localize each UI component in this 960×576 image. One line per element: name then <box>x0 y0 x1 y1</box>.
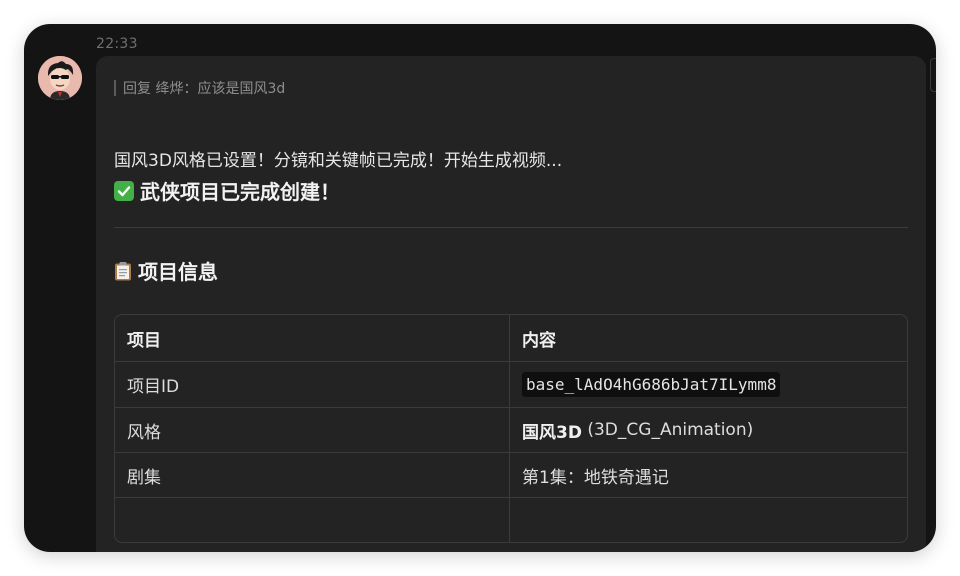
reply-bar <box>114 80 116 96</box>
table-cell-value: 国风3D (3D_CG_Animation) <box>510 408 907 452</box>
completion-text: 武侠项目已完成创建！ <box>140 180 340 204</box>
table-row: 项目ID base_lAdO4hG686bJat7ILymm8 <box>115 362 907 408</box>
reply-quote-text: 回复 绛烨：应该是国风3d <box>123 81 286 97</box>
project-id-code: base_lAdO4hG686bJat7ILymm8 <box>522 372 781 397</box>
table-header-row: 项目 内容 <box>115 315 907 362</box>
table-cell-value: base_lAdO4hG686bJat7ILymm8 <box>510 362 907 407</box>
table-cell-label: 项目ID <box>115 362 510 407</box>
divider <box>114 227 908 228</box>
check-mark-button-icon <box>114 180 134 201</box>
table-cell-value <box>510 498 907 542</box>
table-header-cell: 项目 <box>115 315 510 361</box>
info-table: 项目 内容 项目ID base_lAdO4hG686bJat7ILymm8 风格… <box>114 314 908 543</box>
table-cell-value: 第1集：地铁奇遇记 <box>522 467 669 488</box>
scroll-handle[interactable] <box>930 58 936 92</box>
table-cell-label <box>115 498 510 542</box>
table-row <box>115 498 907 542</box>
info-heading-text: 项目信息 <box>138 260 218 284</box>
table-cell-label: 风格 <box>115 408 510 452</box>
info-heading: 项目信息 <box>114 256 218 285</box>
avatar[interactable] <box>38 56 82 100</box>
reply-quote[interactable]: 回复 绛烨：应该是国风3d <box>114 78 285 98</box>
message-timestamp: 22:33 <box>96 36 138 52</box>
status-text: 国风3D风格已设置！分镜和关键帧已完成！开始生成视频... <box>114 151 563 171</box>
table-row: 剧集 第1集：地铁奇遇记 <box>115 453 907 498</box>
table-row: 风格 国风3D (3D_CG_Animation) <box>115 408 907 453</box>
table-cell-label: 剧集 <box>115 453 510 497</box>
style-name: 国风3D <box>522 422 582 443</box>
message-bubble: 回复 绛烨：应该是国风3d 国风3D风格已设置！分镜和关键帧已完成！开始生成视频… <box>96 56 926 552</box>
chat-window: 22:33 回复 绛烨：应该是国风3d 国风3D风格已设置！分镜和关键帧已完成！… <box>24 24 936 552</box>
clipboard-icon <box>114 261 132 281</box>
style-code: (3D_CG_Animation) <box>581 420 754 440</box>
table-header-cell: 内容 <box>522 330 556 351</box>
avatar-icon <box>38 56 82 100</box>
completion-line: 武侠项目已完成创建！ <box>114 176 340 205</box>
